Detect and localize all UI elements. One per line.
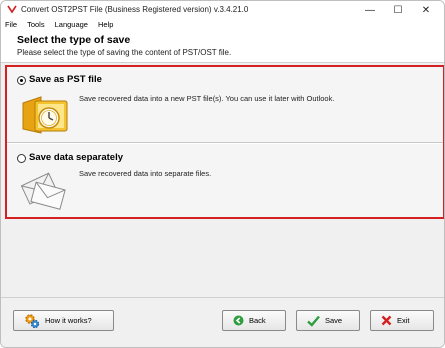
option-save-separately-label[interactable]: Save data separately	[29, 152, 123, 163]
title-bar: Convert OST2PST File (Business Registere…	[1, 1, 444, 19]
maximize-button[interactable]: ☐	[384, 1, 412, 19]
exit-button[interactable]: Exit	[370, 310, 434, 331]
app-logo-icon	[7, 5, 17, 14]
option-save-separately-description: Save recovered data into separate files.	[79, 169, 212, 178]
menu-bar: File Tools Language Help	[1, 19, 444, 31]
exit-label: Exit	[397, 316, 410, 325]
save-label: Save	[325, 316, 343, 325]
save-type-options: Save as PST file Save recovered data int…	[5, 65, 444, 219]
how-it-works-label: How it works?	[45, 316, 92, 325]
bottom-button-bar: How it works? Back Save Exit	[1, 297, 444, 347]
option-save-as-pst-description: Save recovered data into a new PST file(…	[79, 94, 335, 103]
save-button[interactable]: Save	[296, 310, 360, 331]
back-button[interactable]: Back	[222, 310, 286, 331]
page-title: Select the type of save	[17, 34, 131, 46]
menu-language[interactable]: Language	[55, 19, 88, 31]
menu-help[interactable]: Help	[98, 19, 113, 31]
minimize-button[interactable]: —	[356, 1, 384, 19]
back-label: Back	[249, 316, 266, 325]
app-window: Convert OST2PST File (Business Registere…	[0, 0, 445, 348]
exit-x-icon	[381, 315, 392, 326]
radio-save-separately[interactable]	[17, 154, 26, 163]
close-button[interactable]: ✕	[412, 1, 440, 19]
option-save-as-pst-label[interactable]: Save as PST file	[29, 74, 102, 85]
page-header: Select the type of save Please select th…	[1, 31, 444, 63]
back-arrow-icon	[233, 315, 244, 326]
menu-file[interactable]: File	[5, 19, 17, 31]
menu-tools[interactable]: Tools	[27, 19, 45, 31]
checkmark-icon	[307, 315, 320, 327]
outlook-pst-icon	[22, 96, 68, 134]
option-save-as-pst[interactable]: Save as PST file Save recovered data int…	[7, 67, 443, 143]
radio-save-as-pst[interactable]	[17, 76, 26, 85]
envelopes-icon	[20, 172, 66, 210]
how-it-works-button[interactable]: How it works?	[13, 310, 114, 331]
page-subtitle: Please select the type of saving the con…	[17, 48, 232, 57]
option-save-separately[interactable]: Save data separately Save recovered data…	[7, 144, 443, 217]
gears-icon	[24, 313, 40, 329]
window-title: Convert OST2PST File (Business Registere…	[21, 5, 249, 14]
